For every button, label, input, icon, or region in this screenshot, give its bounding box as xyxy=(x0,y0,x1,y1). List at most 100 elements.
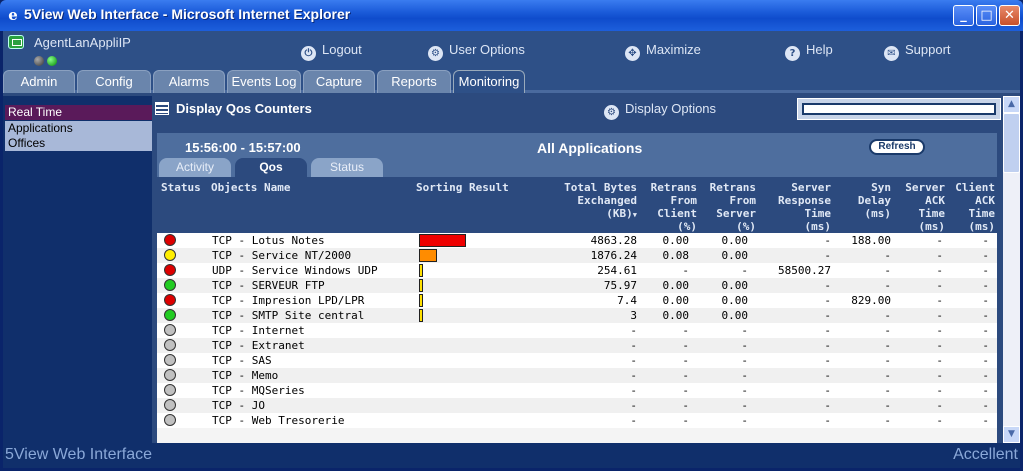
cell-syn: - xyxy=(884,354,891,367)
cell-total: 4863.28 xyxy=(590,234,637,247)
table-row[interactable]: TCP - SMTP Site central 3 0.00 0.00 - - - - xyxy=(157,308,997,323)
col-srt-line4: (ms) xyxy=(804,220,832,233)
subtab-qos[interactable]: Qos xyxy=(235,158,307,177)
col-sorting[interactable]: Sorting Result xyxy=(416,181,509,194)
tab-events-log[interactable]: Events Log xyxy=(227,70,301,93)
table-row[interactable]: UDP - Service Windows UDP 254.61 - - 58500.2… xyxy=(157,263,997,278)
table-header: Status Objects Name Sorting Result Total… xyxy=(157,177,997,233)
cell-rc: - xyxy=(682,264,689,277)
col-client-ack[interactable]: Client ACK Time (ms) xyxy=(947,181,995,233)
vertical-scrollbar[interactable]: ▲ ▼ xyxy=(1003,96,1020,443)
table-row[interactable]: TCP - SAS - - - - - - - xyxy=(157,353,997,368)
col-srt-line2: Response xyxy=(778,194,831,207)
table-body: TCP - Lotus Notes 4863.28 0.00 0.00 - 188.00 -… xyxy=(157,233,997,443)
cell-cack: - xyxy=(982,339,989,352)
cell-total: - xyxy=(630,369,637,382)
col-server-ack[interactable]: Server ACK Time (ms) xyxy=(895,181,945,233)
table-row[interactable]: TCP - Memo - - - - - - - xyxy=(157,368,997,383)
object-name: TCP - Lotus Notes xyxy=(212,234,325,247)
minimize-button[interactable]: _ xyxy=(953,5,974,26)
table-row[interactable]: TCP - Extranet - - - - - - - xyxy=(157,338,997,353)
sorting-result-bar xyxy=(419,294,423,307)
table-row[interactable]: TCP - Service NT/2000 1876.24 0.08 0.00 - - - - xyxy=(157,248,997,263)
tab-config[interactable]: Config xyxy=(77,70,151,93)
refresh-button[interactable]: Refresh xyxy=(869,139,925,155)
cell-sack: - xyxy=(936,309,943,322)
cell-rs: - xyxy=(741,264,748,277)
status-led-green xyxy=(47,56,57,66)
cell-total: 7.4 xyxy=(617,294,637,307)
title-bar: e 5View Web Interface - Microsoft Intern… xyxy=(0,0,1023,31)
agent-name: AgentLanAppliIP xyxy=(34,35,131,50)
col-syn-delay[interactable]: Syn Delay (ms) xyxy=(847,181,891,220)
cell-sack: - xyxy=(936,234,943,247)
col-syn-line2: Delay xyxy=(857,194,891,207)
col-retrans-client[interactable]: Retrans From Client (%) xyxy=(641,181,697,233)
sorting-result-bar xyxy=(419,264,423,277)
col-total-line2: Exchanged xyxy=(577,194,637,207)
nav-real-time[interactable]: Real Time xyxy=(5,105,152,120)
subtab-activity[interactable]: Activity xyxy=(159,158,231,177)
table-row[interactable]: TCP - SERVEUR FTP 75.97 0.00 0.00 - - - - xyxy=(157,278,997,293)
cell-srt: - xyxy=(824,384,831,397)
cell-srt: - xyxy=(824,414,831,427)
tab-alarms[interactable]: Alarms xyxy=(153,70,225,93)
cell-cack: - xyxy=(982,399,989,412)
table-row[interactable]: TCP - Lotus Notes 4863.28 0.00 0.00 - 188.00 -… xyxy=(157,233,997,248)
main-content: Display Qos Counters ⚙ Display Options 15… xyxy=(152,96,1003,443)
cell-srt: - xyxy=(824,279,831,292)
progress-bar xyxy=(797,98,1001,120)
table-row[interactable]: TCP - Internet - - - - - - - xyxy=(157,323,997,338)
col-rs-line1: Retrans xyxy=(709,181,756,194)
subtab-status[interactable]: Status xyxy=(311,158,383,177)
col-status[interactable]: Status xyxy=(161,181,201,194)
cell-srt: - xyxy=(824,399,831,412)
support-link[interactable]: ✉ Support xyxy=(884,42,951,61)
col-retrans-server[interactable]: Retrans From Server (%) xyxy=(699,181,756,233)
scroll-up-button[interactable]: ▲ xyxy=(1003,96,1020,113)
display-options-link[interactable]: ⚙ Display Options xyxy=(604,101,716,120)
col-total-line3: (KB) xyxy=(606,207,633,220)
col-name[interactable]: Objects Name xyxy=(211,181,290,194)
cell-sack: - xyxy=(936,324,943,337)
col-syn-line1: Syn xyxy=(871,181,891,194)
left-nav: Real Time Applications Offices xyxy=(3,96,152,443)
tab-admin[interactable]: Admin xyxy=(3,70,75,93)
cell-srt: - xyxy=(824,339,831,352)
maximize-window-button[interactable]: □ xyxy=(976,5,997,26)
user-options-link[interactable]: ⚙ User Options xyxy=(428,42,525,61)
table-row[interactable]: TCP - Impresion LPD/LPR 7.4 0.00 0.00 - 829.0… xyxy=(157,293,997,308)
tab-reports[interactable]: Reports xyxy=(377,70,451,93)
nav-offices[interactable]: Offices xyxy=(5,136,152,151)
options-icon: ⚙ xyxy=(428,46,443,61)
cell-rc: 0.00 xyxy=(662,234,690,247)
nav-applications[interactable]: Applications xyxy=(5,121,152,136)
col-total-bytes[interactable]: Total Bytes Exchanged (KB)▼ xyxy=(545,181,637,222)
close-window-button[interactable]: ✕ xyxy=(999,5,1020,26)
logout-link[interactable]: ⏻ Logout xyxy=(301,42,362,61)
cell-total: 3 xyxy=(630,309,637,322)
cell-syn: - xyxy=(884,339,891,352)
panel-title: All Applications xyxy=(537,140,643,156)
col-syn-line3: (ms) xyxy=(864,207,892,220)
scroll-thumb[interactable] xyxy=(1003,113,1020,173)
table-row[interactable]: TCP - Web Tresorerie - - - - - - - xyxy=(157,413,997,428)
browser-window: e 5View Web Interface - Microsoft Intern… xyxy=(0,0,1023,471)
col-srt-line3: Time xyxy=(804,207,832,220)
tab-monitoring[interactable]: Monitoring xyxy=(453,70,525,93)
table-row[interactable]: TCP - MQSeries - - - - - - - xyxy=(157,383,997,398)
tab-capture[interactable]: Capture xyxy=(303,70,375,93)
cell-rc: 0.00 xyxy=(662,294,690,307)
cell-sack: - xyxy=(936,279,943,292)
col-server-response[interactable]: Server Response Time (ms) xyxy=(762,181,831,233)
sorting-result-bar xyxy=(419,234,466,247)
cell-rs: - xyxy=(741,384,748,397)
table-row[interactable]: TCP - JO - - - - - - - xyxy=(157,398,997,413)
maximize-link[interactable]: ✥ Maximize xyxy=(625,42,701,61)
display-options-label: Display Options xyxy=(625,101,717,116)
cell-rs: 0.00 xyxy=(721,234,749,247)
cell-sack: - xyxy=(936,339,943,352)
scroll-down-button[interactable]: ▼ xyxy=(1003,426,1020,443)
cell-cack: - xyxy=(982,234,989,247)
help-link[interactable]: ? Help xyxy=(785,42,833,61)
